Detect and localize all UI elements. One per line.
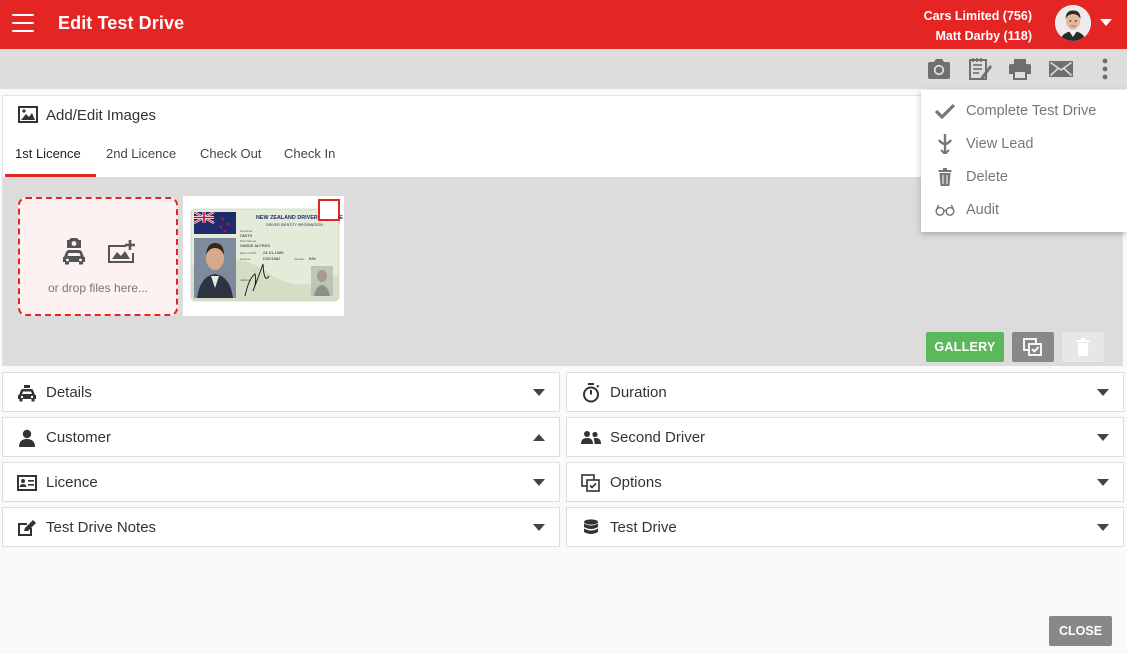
expand-icon — [1097, 389, 1109, 396]
stopwatch-icon — [581, 383, 601, 403]
delete-images-button[interactable] — [1062, 332, 1104, 362]
select-images-button[interactable] — [1012, 332, 1054, 362]
menu-item-label: Complete Test Drive — [966, 102, 1097, 119]
panel-customer-label: Customer — [46, 429, 112, 446]
licence-image-thumbnail[interactable]: NEW ZEALAND DRIVER LICENCE DRIVER IDENTI… — [183, 196, 344, 316]
notes-icon — [969, 58, 992, 80]
user-name: Matt Darby (118) — [935, 29, 1032, 43]
expand-icon — [533, 524, 545, 531]
panel-options[interactable]: Options — [566, 462, 1124, 502]
licence-version: BIN — [309, 256, 316, 261]
close-button[interactable]: CLOSE — [1049, 616, 1112, 646]
page-title: Edit Test Drive — [58, 13, 185, 33]
select-multiple-icon — [1023, 338, 1042, 356]
licence-first-names: SABDE ALFRED — [240, 243, 270, 248]
panel-second-driver[interactable]: Second Driver — [566, 417, 1124, 457]
expand-icon — [533, 389, 545, 396]
image-select-checkbox[interactable] — [318, 199, 340, 221]
account-dropdown-icon[interactable] — [1100, 19, 1112, 26]
licence-dob: 24-01-1985 — [263, 250, 284, 255]
panel-test-drive[interactable]: Test Drive — [566, 507, 1124, 547]
menu-item-label: Delete — [966, 168, 1008, 185]
file-dropzone[interactable]: or drop files here... — [18, 197, 178, 316]
id-card-icon — [17, 473, 37, 493]
email-icon — [1049, 61, 1073, 77]
licence-version-label: Version — [294, 257, 304, 261]
expand-icon — [1097, 524, 1109, 531]
panel-details[interactable]: Details — [2, 372, 560, 412]
more-options-button[interactable] — [1091, 57, 1119, 81]
app-bar: Edit Test Drive Cars Limited (756) Matt … — [0, 0, 1127, 49]
avatar[interactable] — [1055, 5, 1091, 41]
expand-icon — [1097, 479, 1109, 486]
panel-duration-label: Duration — [610, 384, 667, 401]
licence-subheading: DRIVER IDENTITY INFORMATION — [266, 223, 323, 227]
tab-1st-licence[interactable]: 1st Licence — [15, 146, 81, 161]
print-button[interactable] — [1006, 57, 1034, 81]
glasses-icon — [935, 200, 955, 220]
dropzone-text: or drop files here... — [47, 281, 149, 295]
edit-note-icon — [17, 518, 37, 538]
tab-2nd-licence[interactable]: 2nd Licence — [106, 146, 176, 161]
menu-item-audit[interactable]: Audit — [921, 193, 1127, 226]
check-icon — [935, 101, 955, 121]
menu-item-delete[interactable]: Delete — [921, 160, 1127, 193]
expand-icon — [1097, 434, 1109, 441]
car-icon — [17, 383, 37, 403]
panel-second-driver-label: Second Driver — [610, 429, 706, 446]
email-button[interactable] — [1047, 57, 1075, 81]
action-toolbar — [0, 49, 1127, 89]
lead-icon — [935, 134, 955, 154]
database-icon — [581, 518, 601, 538]
panel-test-drive-label: Test Drive — [610, 519, 677, 536]
panel-test-drive-notes-label: Test Drive Notes — [46, 519, 157, 536]
avatar-portrait-icon — [1055, 5, 1091, 41]
options-icon — [581, 473, 601, 493]
licence-number-label: Licence — [240, 257, 251, 261]
account-info[interactable]: Cars Limited (756) Matt Darby (118) — [924, 6, 1032, 46]
menu-item-complete-test-drive[interactable]: Complete Test Drive — [921, 94, 1127, 127]
collapse-icon — [533, 434, 545, 441]
image-icon — [18, 106, 38, 129]
notes-button[interactable] — [966, 57, 994, 81]
camera-icon — [928, 59, 950, 79]
hamburger-menu-icon[interactable] — [12, 14, 34, 32]
panel-duration[interactable]: Duration — [566, 372, 1124, 412]
add-photo-icon — [106, 239, 136, 270]
camera-car-icon — [60, 237, 88, 270]
more-options-menu: Complete Test Drive View Lead Delete Aud… — [921, 90, 1127, 232]
licence-number: DI921582 — [263, 256, 281, 261]
licence-dob-label: Date of birth — [240, 251, 257, 255]
people-icon — [581, 428, 601, 448]
panel-options-label: Options — [610, 474, 662, 491]
company-name: Cars Limited (756) — [923, 9, 1032, 23]
panel-customer[interactable]: Customer — [2, 417, 560, 457]
panel-licence[interactable]: Licence — [2, 462, 560, 502]
panel-details-label: Details — [46, 384, 92, 401]
licence-surname: SMITH — [240, 233, 253, 238]
camera-button[interactable] — [925, 57, 953, 81]
menu-item-view-lead[interactable]: View Lead — [921, 127, 1127, 160]
more-vert-icon — [1102, 58, 1108, 80]
print-icon — [1009, 59, 1031, 80]
person-icon — [17, 428, 37, 448]
expand-icon — [533, 479, 545, 486]
tab-check-out[interactable]: Check Out — [200, 146, 261, 161]
panel-licence-label: Licence — [46, 474, 98, 491]
panel-test-drive-notes[interactable]: Test Drive Notes — [2, 507, 560, 547]
menu-item-label: Audit — [966, 201, 1000, 218]
trash-icon — [1076, 338, 1090, 356]
images-card-title: Add/Edit Images — [46, 107, 157, 124]
trash-icon — [935, 167, 955, 187]
tab-check-in[interactable]: Check In — [284, 146, 335, 161]
menu-item-label: View Lead — [966, 135, 1034, 152]
gallery-button[interactable]: GALLERY — [926, 332, 1004, 362]
